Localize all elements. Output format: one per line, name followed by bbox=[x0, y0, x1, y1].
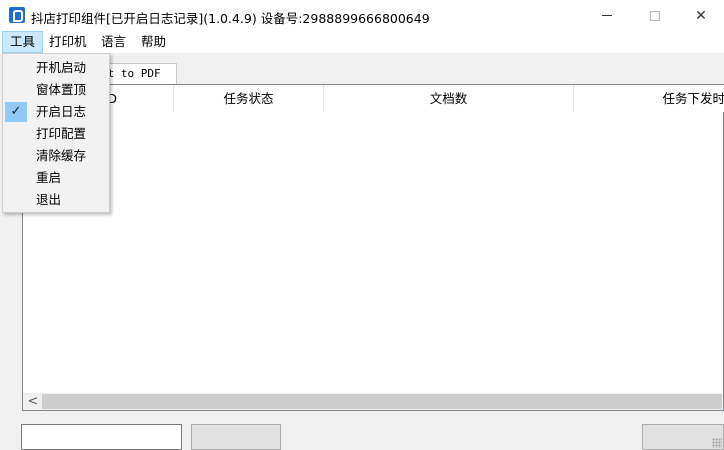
minimize-icon bbox=[602, 15, 612, 16]
menu-item-label: 退出 bbox=[36, 192, 62, 207]
menu-tools[interactable]: 工具 bbox=[2, 31, 44, 53]
menu-language[interactable]: 语言 bbox=[94, 31, 133, 53]
task-list[interactable]: D 任务状态 文档数 任务下发时 < bbox=[22, 84, 724, 411]
tools-menu: 开机启动 窗体置顶 ✓ 开启日志 打印配置 清除缓存 重启 退出 bbox=[2, 53, 110, 213]
menu-item-enable-log[interactable]: ✓ 开启日志 bbox=[3, 101, 109, 123]
app-logo-icon bbox=[9, 7, 25, 23]
menu-help[interactable]: 帮助 bbox=[134, 31, 173, 53]
column-header-dispatch-time[interactable]: 任务下发时 bbox=[574, 85, 724, 112]
resize-grip-icon[interactable] bbox=[712, 438, 722, 448]
menu-item-label: 开机启动 bbox=[36, 60, 87, 75]
menu-item-restart[interactable]: 重启 bbox=[3, 167, 109, 189]
menu-item-print-config[interactable]: 打印配置 bbox=[3, 123, 109, 145]
menu-item-label: 开启日志 bbox=[36, 104, 87, 119]
menu-item-label: 重启 bbox=[36, 170, 62, 185]
menu-item-always-on-top[interactable]: 窗体置顶 bbox=[3, 79, 109, 101]
maximize-button[interactable] bbox=[632, 0, 678, 31]
menu-printer[interactable]: 打印机 bbox=[42, 31, 94, 53]
menu-item-clear-cache[interactable]: 清除缓存 bbox=[3, 145, 109, 167]
horizontal-scrollbar[interactable]: < bbox=[23, 393, 723, 410]
bottom-button[interactable] bbox=[191, 424, 281, 450]
close-icon: ✕ bbox=[695, 7, 707, 24]
column-header-status[interactable]: 任务状态 bbox=[174, 85, 324, 112]
close-button[interactable]: ✕ bbox=[678, 0, 724, 31]
scroll-left-icon[interactable]: < bbox=[25, 393, 41, 410]
menu-item-label: 打印配置 bbox=[36, 126, 87, 141]
bottom-text-field[interactable] bbox=[21, 424, 182, 450]
window-title: 抖店打印组件[已开启日志记录](1.0.4.9) 设备号:29888996668… bbox=[31, 11, 430, 26]
menu-item-label: 窗体置顶 bbox=[36, 82, 87, 97]
scrollbar-thumb[interactable] bbox=[42, 394, 722, 409]
minimize-button[interactable] bbox=[584, 0, 630, 31]
column-header-doc-count[interactable]: 文档数 bbox=[324, 85, 574, 112]
menu-item-exit[interactable]: 退出 bbox=[3, 189, 109, 211]
menu-item-autostart[interactable]: 开机启动 bbox=[3, 57, 109, 79]
maximize-icon bbox=[650, 10, 660, 21]
menu-bar: 工具 打印机 语言 帮助 bbox=[0, 31, 724, 53]
title-bar: 抖店打印组件[已开启日志记录](1.0.4.9) 设备号:29888996668… bbox=[0, 0, 724, 31]
checkmark-icon: ✓ bbox=[5, 102, 27, 122]
menu-item-label: 清除缓存 bbox=[36, 148, 87, 163]
